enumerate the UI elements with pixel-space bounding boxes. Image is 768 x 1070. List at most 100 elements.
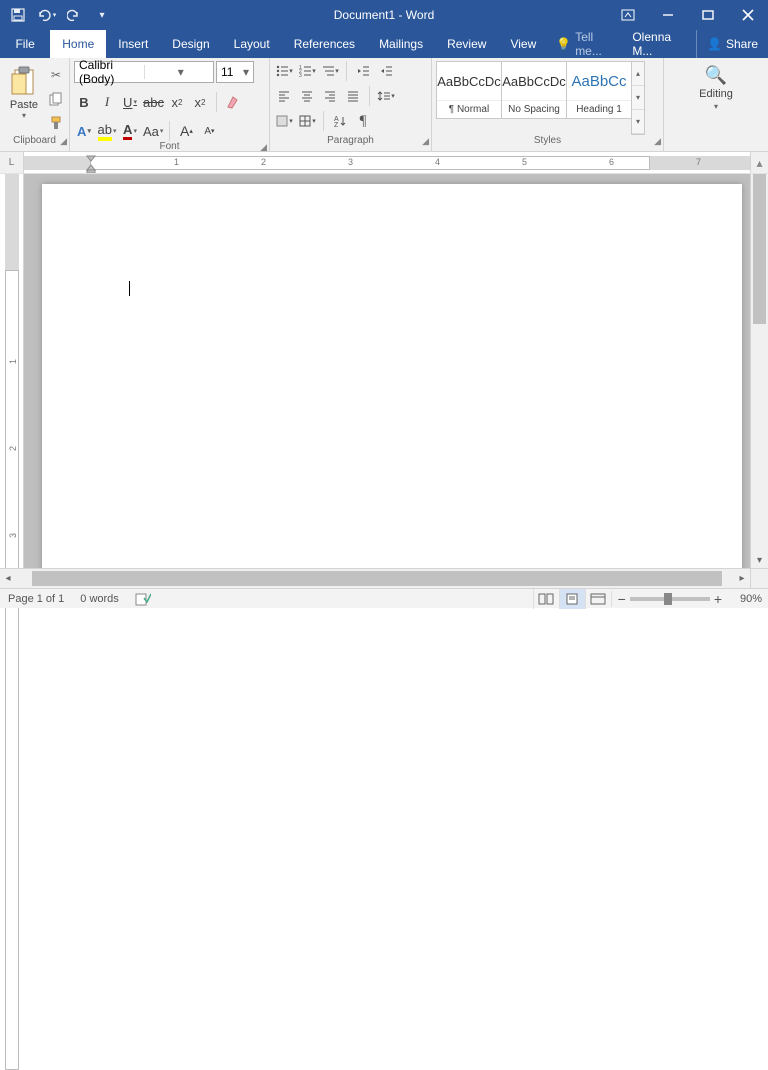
- sort-icon[interactable]: AZ: [330, 111, 350, 131]
- share-button[interactable]: 👤Share: [696, 30, 768, 58]
- numbering-icon[interactable]: 123▾: [297, 61, 317, 81]
- style-heading-1[interactable]: AaBbCc Heading 1: [566, 61, 632, 119]
- decrease-indent-icon[interactable]: [353, 61, 373, 81]
- scroll-down-icon[interactable]: ▾: [632, 86, 644, 110]
- tell-me-search[interactable]: 💡Tell me...: [548, 30, 624, 58]
- ruler-horizontal[interactable]: 1 2 3 4 5 6 7: [24, 152, 750, 173]
- align-center-icon[interactable]: [297, 86, 317, 106]
- underline-button[interactable]: U▾: [120, 92, 140, 112]
- scrollbar-horizontal[interactable]: ◂ ▸: [0, 568, 768, 588]
- tab-home[interactable]: Home: [50, 30, 106, 58]
- change-case-icon[interactable]: Aa▾: [143, 121, 163, 141]
- print-layout-icon[interactable]: [559, 589, 585, 609]
- save-icon[interactable]: [6, 3, 30, 27]
- highlight-icon[interactable]: ab▾: [97, 121, 117, 141]
- superscript-button[interactable]: x2: [190, 92, 210, 112]
- group-styles: AaBbCcDc ¶ Normal AaBbCcDc No Spacing Aa…: [432, 58, 664, 151]
- cut-icon[interactable]: ✂: [46, 65, 66, 85]
- styles-gallery-more[interactable]: ▴ ▾ ▾: [631, 61, 645, 135]
- lightbulb-icon: 💡: [556, 37, 571, 51]
- borders-icon[interactable]: ▾: [297, 111, 317, 131]
- scroll-left-icon[interactable]: ◂: [0, 569, 16, 588]
- align-left-icon[interactable]: [274, 86, 294, 106]
- more-styles-icon[interactable]: ▾: [632, 110, 644, 134]
- tab-layout[interactable]: Layout: [222, 30, 282, 58]
- font-name-combo[interactable]: Calibri (Body)▾: [74, 61, 214, 83]
- find-icon[interactable]: 🔍: [705, 65, 727, 86]
- text-effects-icon[interactable]: A▾: [74, 121, 94, 141]
- scroll-down-icon[interactable]: ▾: [751, 552, 768, 568]
- scroll-up-icon[interactable]: ▴: [750, 152, 768, 173]
- editing-dropdown-icon[interactable]: ▾: [714, 102, 718, 111]
- tab-insert[interactable]: Insert: [106, 30, 160, 58]
- chevron-down-icon[interactable]: ▾: [235, 65, 253, 79]
- web-layout-icon[interactable]: [585, 589, 611, 609]
- ribbon-tabs: File Home Insert Design Layout Reference…: [0, 30, 768, 58]
- paste-dropdown-icon[interactable]: ▾: [22, 111, 26, 120]
- strikethrough-button[interactable]: abc: [143, 92, 164, 112]
- redo-icon[interactable]: [62, 3, 86, 27]
- tab-review[interactable]: Review: [435, 30, 498, 58]
- zoom-in-button[interactable]: +: [714, 591, 722, 607]
- zoom-level-label[interactable]: 90%: [726, 593, 762, 605]
- italic-button[interactable]: I: [97, 92, 117, 112]
- copy-icon[interactable]: [46, 89, 66, 109]
- multilevel-list-icon[interactable]: ▾: [320, 61, 340, 81]
- clipboard-dialog-launcher-icon[interactable]: ◢: [60, 136, 67, 147]
- indent-markers-icon[interactable]: [84, 152, 98, 173]
- paste-icon[interactable]: [8, 63, 40, 99]
- justify-icon[interactable]: [343, 86, 363, 106]
- zoom-out-button[interactable]: −: [618, 591, 626, 607]
- scrollbar-thumb[interactable]: [753, 174, 766, 324]
- chevron-down-icon[interactable]: ▾: [144, 65, 214, 79]
- styles-dialog-launcher-icon[interactable]: ◢: [654, 136, 661, 147]
- font-color-icon[interactable]: A▾: [120, 121, 140, 141]
- tab-mailings[interactable]: Mailings: [367, 30, 435, 58]
- tab-references[interactable]: References: [282, 30, 367, 58]
- user-name-label[interactable]: Olenna M...: [624, 30, 696, 58]
- maximize-icon[interactable]: [688, 0, 728, 30]
- subscript-button[interactable]: x2: [167, 92, 187, 112]
- qat-customize-icon[interactable]: ▾: [90, 3, 114, 27]
- align-right-icon[interactable]: [320, 86, 340, 106]
- grow-font-icon[interactable]: A▴: [176, 121, 196, 141]
- bold-button[interactable]: B: [74, 92, 94, 112]
- style-normal[interactable]: AaBbCcDc ¶ Normal: [436, 61, 502, 119]
- show-hide-marks-icon[interactable]: ¶: [353, 111, 373, 131]
- tab-view[interactable]: View: [498, 30, 548, 58]
- style-no-spacing[interactable]: AaBbCcDc No Spacing: [501, 61, 567, 119]
- line-spacing-icon[interactable]: ▾: [376, 86, 396, 106]
- paragraph-dialog-launcher-icon[interactable]: ◢: [422, 136, 429, 147]
- group-paragraph: ▾ 123▾ ▾ ▾ ▾ ▾ AZ ¶: [270, 58, 432, 151]
- bullets-icon[interactable]: ▾: [274, 61, 294, 81]
- page-count-label[interactable]: Page 1 of 1: [0, 593, 72, 605]
- tab-selector[interactable]: L: [0, 152, 24, 173]
- spellcheck-icon[interactable]: [127, 592, 159, 606]
- read-mode-icon[interactable]: [533, 589, 559, 609]
- scrollbar-vertical[interactable]: ▾: [750, 174, 768, 568]
- shading-icon[interactable]: ▾: [274, 111, 294, 131]
- tab-file[interactable]: File: [0, 30, 50, 58]
- scroll-up-icon[interactable]: ▴: [632, 62, 644, 86]
- paste-label[interactable]: Paste: [10, 99, 38, 111]
- clear-formatting-icon[interactable]: [223, 92, 243, 112]
- format-painter-icon[interactable]: [46, 113, 66, 133]
- increase-indent-icon[interactable]: [376, 61, 396, 81]
- document-canvas[interactable]: [24, 174, 750, 568]
- scroll-right-icon[interactable]: ▸: [734, 569, 750, 588]
- zoom-slider[interactable]: [630, 597, 710, 601]
- ruler-vertical[interactable]: 1 2 3: [0, 174, 24, 568]
- shrink-font-icon[interactable]: A▾: [199, 121, 219, 141]
- undo-icon[interactable]: ▾: [34, 3, 58, 27]
- editing-label[interactable]: Editing: [699, 88, 733, 100]
- close-icon[interactable]: [728, 0, 768, 30]
- zoom-slider-knob[interactable]: [664, 593, 672, 605]
- scrollbar-thumb-h[interactable]: [32, 571, 722, 586]
- tab-design[interactable]: Design: [160, 30, 221, 58]
- page[interactable]: [42, 184, 742, 568]
- text-cursor: [129, 281, 130, 296]
- minimize-icon[interactable]: [648, 0, 688, 30]
- word-count-label[interactable]: 0 words: [72, 593, 127, 605]
- ribbon-display-options-icon[interactable]: [608, 0, 648, 30]
- font-size-combo[interactable]: 11▾: [216, 61, 254, 83]
